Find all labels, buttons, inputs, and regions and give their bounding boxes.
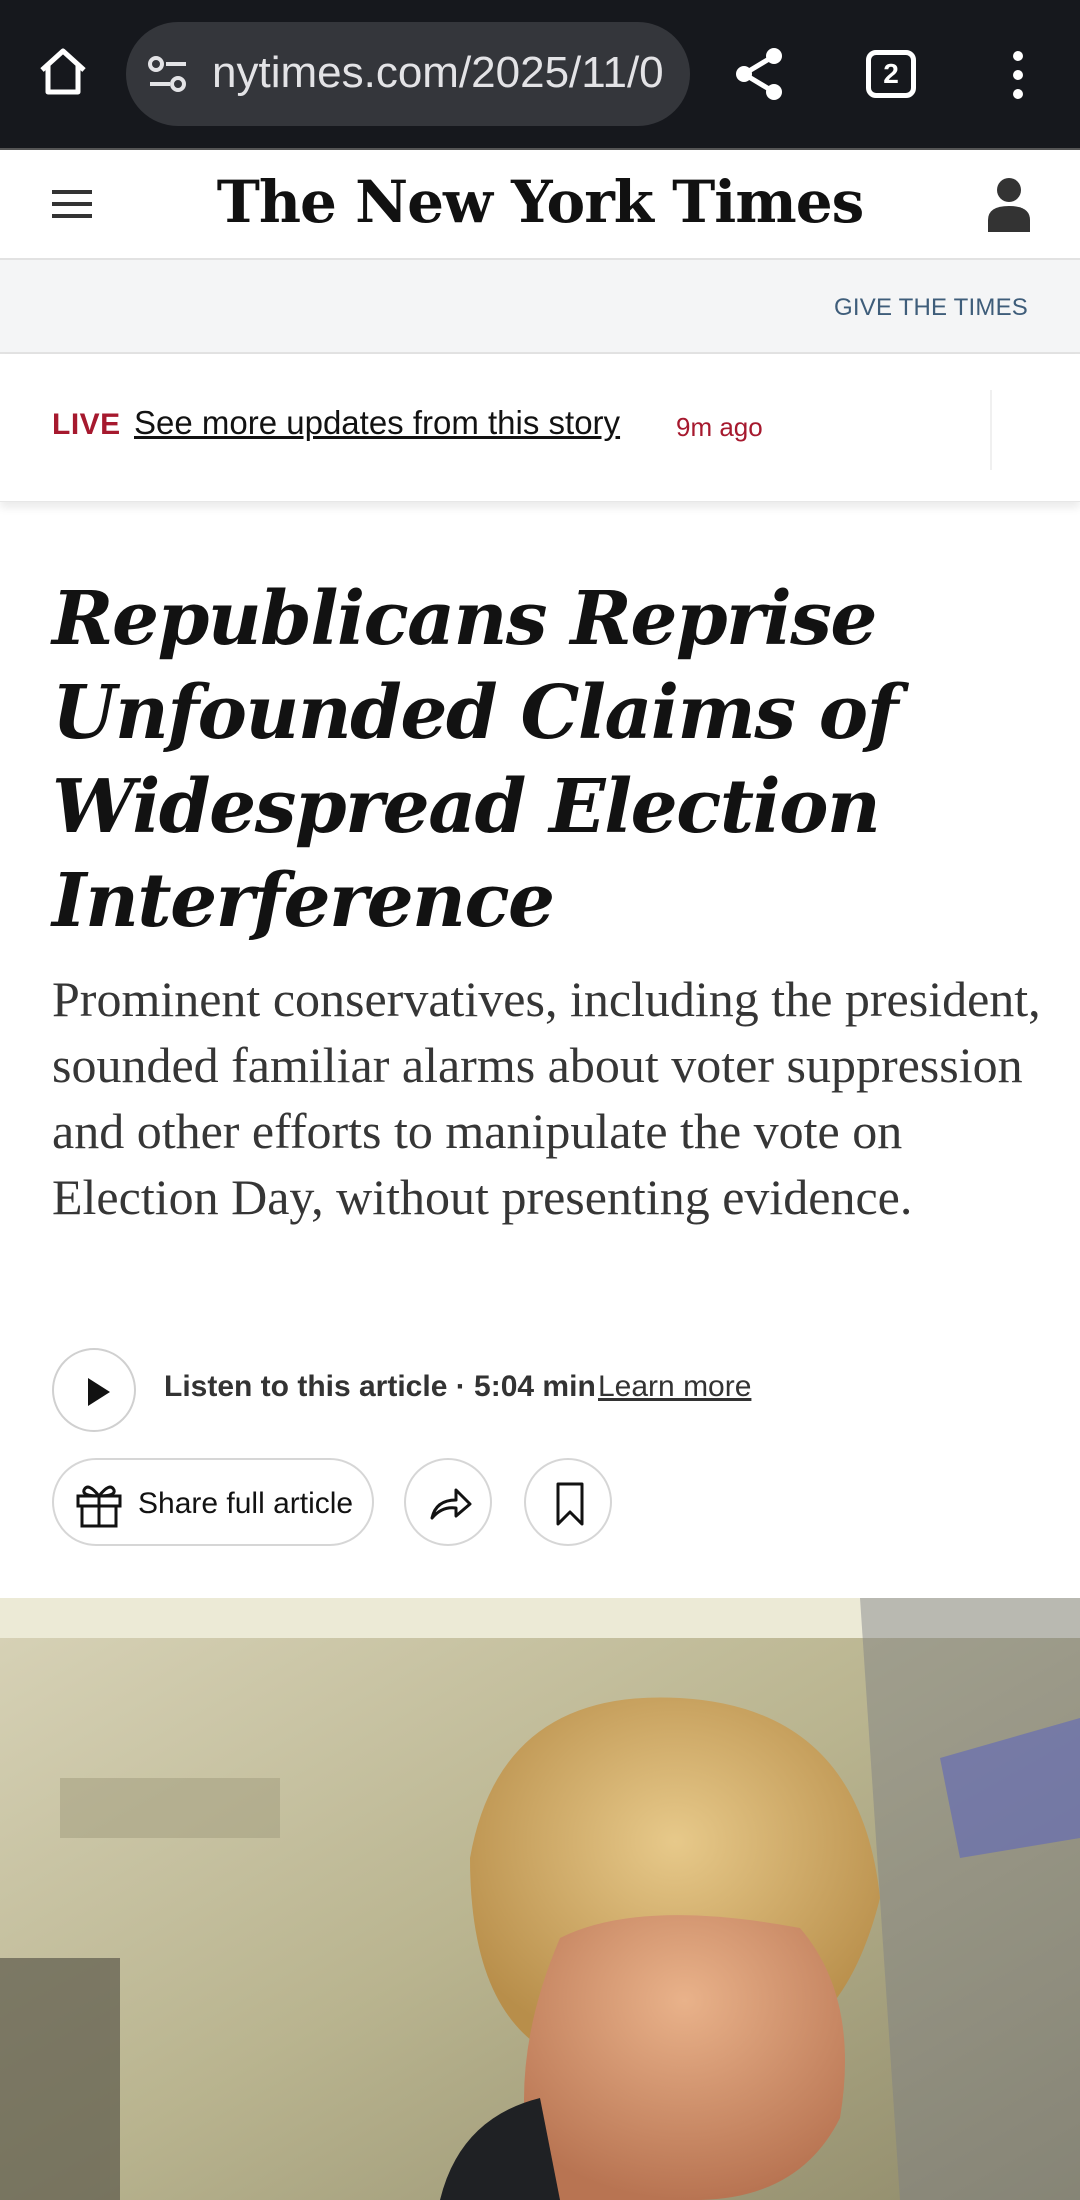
share-icon[interactable] (732, 46, 786, 102)
site-header: The New York Times (0, 148, 1080, 260)
play-button[interactable] (52, 1348, 136, 1432)
article-summary: Prominent conservatives, including the p… (52, 971, 1041, 1225)
save-bookmark-button[interactable] (524, 1458, 612, 1546)
live-label: LIVE (52, 408, 121, 441)
forward-arrow-icon (430, 1488, 472, 1520)
update-timestamp: 9m ago (676, 412, 763, 442)
browser-toolbar: nytimes.com/2025/11/0 2 (0, 0, 1080, 148)
gift-icon (76, 1485, 122, 1528)
article-lead-photo (0, 1598, 1080, 2200)
tabs-icon[interactable]: 2 (866, 50, 916, 98)
site-logo[interactable]: The New York Times (0, 168, 1080, 236)
listen-label: Listen to this article · 5:04 min (164, 1370, 596, 1403)
url-text: nytimes.com/2025/11/0 (212, 48, 664, 97)
address-bar[interactable]: nytimes.com/2025/11/0 (126, 22, 690, 126)
share-button[interactable] (404, 1458, 492, 1546)
divider (990, 390, 992, 470)
share-full-article-button[interactable]: Share full article (52, 1458, 374, 1546)
audio-player: Listen to this article · 5:04 min Learn … (52, 1348, 1052, 1432)
more-updates-link[interactable]: See more updates from this story (134, 404, 620, 442)
share-full-article-label: Share full article (138, 1487, 354, 1520)
promo-bar: GIVE THE TIMES (0, 260, 1080, 354)
live-updates-bar: LIVE See more updates from this story 9m… (0, 354, 1080, 502)
home-icon[interactable] (36, 44, 90, 98)
article-headline: Republicans Reprise Unfounded Claims of … (52, 576, 898, 944)
article-actions: Share full article (52, 1458, 1052, 1546)
learn-more-link[interactable]: Learn more (598, 1370, 751, 1404)
account-icon[interactable] (986, 176, 1032, 232)
bookmark-icon (556, 1482, 584, 1526)
give-the-times-link[interactable]: GIVE THE TIMES (834, 294, 1028, 322)
site-settings-icon[interactable] (146, 54, 190, 94)
play-icon (88, 1378, 110, 1406)
more-vert-icon[interactable] (1000, 48, 1036, 102)
